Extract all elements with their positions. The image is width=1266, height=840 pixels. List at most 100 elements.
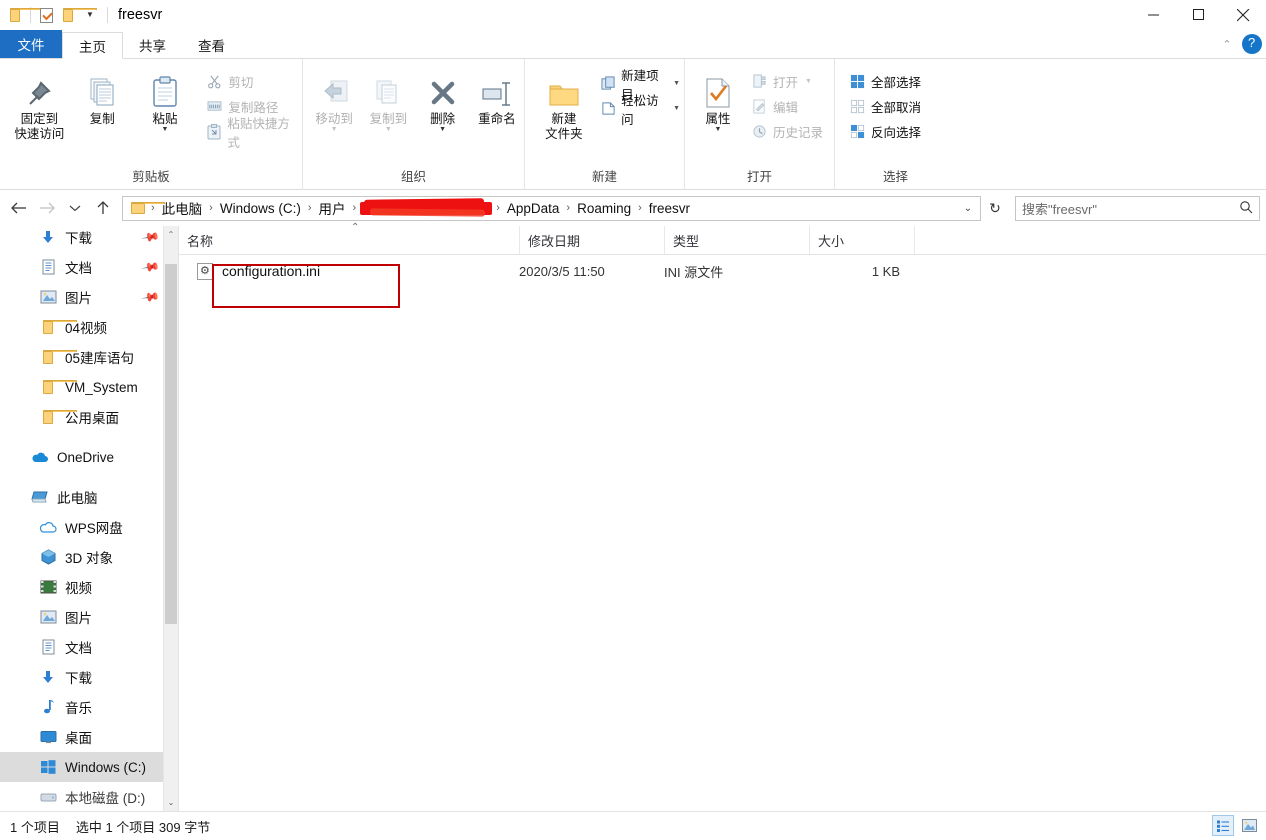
sidebar-item-this-pc[interactable]: 此电脑 bbox=[0, 482, 165, 512]
properties-icon[interactable] bbox=[35, 3, 57, 27]
pin-icon[interactable]: 📌 bbox=[140, 257, 160, 277]
sidebar-item-wps-cloud[interactable]: WPS网盘 bbox=[0, 512, 165, 542]
table-row[interactable]: configuration.ini 2020/3/5 11:50 INI 源文件… bbox=[179, 255, 1266, 287]
sidebar-item-3d-objects[interactable]: 3D 对象 bbox=[0, 542, 165, 572]
chevron-down-icon[interactable]: ▼ bbox=[715, 126, 722, 133]
up-button[interactable] bbox=[90, 195, 116, 221]
minimize-button[interactable] bbox=[1131, 0, 1176, 30]
chevron-down-icon[interactable]: ▼ bbox=[331, 126, 338, 133]
breadcrumb-username-redacted[interactable] bbox=[360, 201, 493, 215]
quick-access-toolbar: ▼ bbox=[0, 0, 108, 30]
easy-access-button[interactable]: 轻松访问 ▼ bbox=[597, 94, 684, 127]
refresh-icon[interactable]: ↻ bbox=[983, 200, 1007, 217]
search-box[interactable]: 搜索"freesvr" bbox=[1015, 195, 1260, 221]
sidebar-item-documents[interactable]: 文档 bbox=[0, 632, 165, 662]
search-icon[interactable] bbox=[1239, 200, 1253, 217]
address-path-box[interactable]: › 此电脑 › Windows (C:) › 用户 › › AppData › … bbox=[122, 195, 981, 221]
back-button[interactable] bbox=[6, 195, 32, 221]
breadcrumb-this-pc[interactable]: 此电脑 bbox=[159, 198, 206, 218]
paste-shortcut-button[interactable]: 粘贴快捷方式 bbox=[202, 117, 302, 150]
recent-locations-button[interactable] bbox=[62, 195, 88, 221]
breadcrumb-roaming[interactable]: Roaming bbox=[574, 201, 634, 216]
select-none-button[interactable]: 全部取消 bbox=[845, 94, 925, 119]
scroll-down-button[interactable]: ⌄ bbox=[164, 794, 178, 811]
column-header-modified[interactable]: 修改日期 bbox=[519, 226, 664, 254]
move-to-button[interactable]: 移动到 ▼ bbox=[307, 67, 361, 133]
sidebar-label: OneDrive bbox=[57, 449, 115, 465]
forward-button[interactable] bbox=[34, 195, 60, 221]
tab-view[interactable]: 查看 bbox=[182, 31, 241, 58]
maximize-button[interactable] bbox=[1176, 0, 1221, 30]
rename-button[interactable]: 重命名 bbox=[470, 67, 524, 127]
open-button[interactable]: 打开 ▼ bbox=[747, 69, 827, 94]
column-header-filler[interactable] bbox=[914, 226, 1266, 254]
column-header-size[interactable]: 大小 bbox=[809, 226, 914, 254]
sidebar-label: 3D 对象 bbox=[65, 551, 114, 566]
chevron-down-icon[interactable]: ▼ bbox=[673, 80, 680, 87]
sidebar-item-downloads[interactable]: 下载 bbox=[0, 662, 165, 692]
history-button[interactable]: 历史记录 bbox=[747, 119, 827, 144]
sidebar-item-04video[interactable]: 04视频 bbox=[0, 312, 165, 342]
chevron-down-icon[interactable]: ▼ bbox=[385, 126, 392, 133]
sidebar-item-music[interactable]: 音乐 bbox=[0, 692, 165, 722]
paste-button[interactable]: 粘贴 ▼ bbox=[134, 67, 197, 133]
easy-access-label: 轻松访问 bbox=[621, 93, 659, 127]
delete-button[interactable]: 删除 ▼ bbox=[416, 67, 470, 133]
close-button[interactable] bbox=[1221, 0, 1266, 30]
chevron-up-icon[interactable]: ⌃ bbox=[1216, 38, 1238, 51]
sidebar-item-vm-system[interactable]: VM_System bbox=[0, 372, 165, 402]
sidebar-item-windows-c[interactable]: Windows (C:) bbox=[0, 752, 165, 782]
sidebar-item-videos[interactable]: 视频 bbox=[0, 572, 165, 602]
new-folder-icon[interactable] bbox=[57, 3, 97, 27]
large-icons-view-button[interactable] bbox=[1238, 815, 1260, 836]
details-view-button[interactable] bbox=[1212, 815, 1234, 836]
new-folder-button[interactable]: 新建 文件夹 bbox=[535, 67, 593, 142]
sidebar-item-public-desktop[interactable]: 公用桌面 bbox=[0, 402, 165, 432]
pin-icon[interactable]: 📌 bbox=[140, 227, 160, 247]
customize-quick-access-caret[interactable]: ▼ bbox=[79, 3, 101, 27]
chevron-down-icon[interactable]: ⌄ bbox=[956, 203, 980, 214]
pin-icon[interactable]: 📌 bbox=[140, 287, 160, 307]
sidebar-item-desktop[interactable]: 桌面 bbox=[0, 722, 165, 752]
sidebar-item-pictures[interactable]: 图片 bbox=[0, 602, 165, 632]
cut-button[interactable]: 剪切 bbox=[202, 69, 302, 94]
pin-to-quick-access-button[interactable]: 固定到 快速访问 bbox=[8, 67, 71, 142]
help-icon[interactable]: ? bbox=[1242, 34, 1262, 54]
scroll-up-button[interactable]: ⌃ bbox=[164, 226, 178, 243]
properties-button[interactable]: 属性 ▼ bbox=[693, 67, 743, 133]
select-all-button[interactable]: 全部选择 bbox=[845, 69, 925, 94]
drive-icon bbox=[38, 788, 58, 806]
sidebar-item-documents-quick[interactable]: 文档 📌 bbox=[0, 252, 165, 282]
tab-file[interactable]: 文件 bbox=[0, 30, 62, 58]
breadcrumb-appdata[interactable]: AppData bbox=[504, 201, 563, 216]
edit-label: 编辑 bbox=[773, 101, 799, 115]
onedrive-icon bbox=[30, 448, 50, 466]
picture-icon bbox=[38, 608, 58, 626]
breadcrumb-users[interactable]: 用户 bbox=[316, 198, 349, 218]
tab-home[interactable]: 主页 bbox=[62, 32, 123, 59]
sidebar-item-onedrive[interactable]: OneDrive bbox=[0, 442, 165, 472]
tab-share[interactable]: 共享 bbox=[123, 31, 182, 58]
chevron-down-icon[interactable]: ▼ bbox=[673, 105, 680, 112]
column-header-name[interactable]: 名称 ⌃ bbox=[179, 222, 519, 254]
sidebar-item-downloads-quick[interactable]: 下载 📌 bbox=[0, 226, 165, 252]
scrollbar-thumb[interactable] bbox=[165, 264, 177, 624]
breadcrumb-windows-c[interactable]: Windows (C:) bbox=[217, 201, 304, 216]
chevron-down-icon[interactable]: ▼ bbox=[439, 126, 446, 133]
sidebar-item-05db[interactable]: 05建库语句 bbox=[0, 342, 165, 372]
invert-selection-button[interactable]: 反向选择 bbox=[845, 119, 925, 144]
file-name-cell[interactable]: configuration.ini bbox=[179, 262, 519, 280]
navigation-scrollbar[interactable]: ⌃ ⌄ bbox=[163, 226, 178, 811]
column-header-type[interactable]: 类型 bbox=[664, 226, 809, 254]
sidebar-item-local-disk-d[interactable]: 本地磁盘 (D:) bbox=[0, 782, 165, 811]
chevron-down-icon[interactable]: ▼ bbox=[805, 78, 812, 85]
copy-to-button[interactable]: 复制到 ▼ bbox=[361, 67, 415, 133]
sidebar-item-pictures-quick[interactable]: 图片 📌 bbox=[0, 282, 165, 312]
edit-button[interactable]: 编辑 bbox=[747, 94, 827, 119]
search-input[interactable]: 搜索"freesvr" bbox=[1022, 199, 1239, 218]
breadcrumb-freesvr[interactable]: freesvr bbox=[646, 201, 693, 216]
folder-icon[interactable] bbox=[4, 3, 44, 27]
drive-windows-icon bbox=[38, 758, 58, 776]
copy-button[interactable]: 复制 bbox=[71, 67, 134, 127]
chevron-down-icon[interactable]: ▼ bbox=[162, 126, 169, 133]
